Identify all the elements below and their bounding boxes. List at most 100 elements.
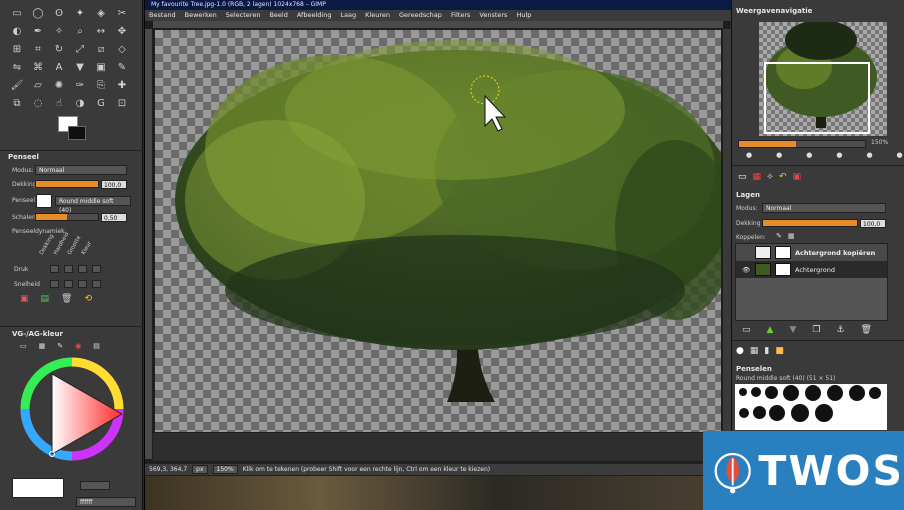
blend-icon[interactable]: ▣ [92,60,110,75]
menu-item[interactable]: Beeld [269,10,287,21]
opacity-value[interactable]: 100,0 [101,180,127,189]
reset-options-icon[interactable]: ⟲ [84,294,92,304]
color-tab-icon[interactable]: ▦ [39,342,46,350]
paths-icon[interactable]: ✒ [29,24,47,39]
eye-icon[interactable]: 👁 [742,266,751,274]
dodge-burn-icon[interactable]: ◑ [71,96,89,111]
mode-select[interactable]: Normaal [35,165,127,175]
horizontal-ruler[interactable] [153,21,723,29]
layer-opacity-slider[interactable] [762,219,858,227]
layer-mode-select[interactable]: Normaal [762,203,886,213]
shear-icon[interactable]: ⧄ [92,42,110,57]
lock-alpha-icon[interactable]: ▦ [788,232,795,240]
brush-preview-icon[interactable] [36,194,52,208]
measure-icon[interactable]: ↔ [92,24,110,39]
patterns-tab-icon[interactable]: ▦ [750,346,759,356]
lasso-icon[interactable]: ʘ [50,6,68,21]
history-tab-icon[interactable]: ▣ [793,172,802,182]
layer-name[interactable]: Achtergrond kopiëren [795,249,875,257]
rotate-icon[interactable]: ↻ [50,42,68,57]
checkbox[interactable] [64,280,73,288]
gradients-tab-icon[interactable]: ▮ [764,346,769,356]
lower-layer-icon[interactable]: ▼ [789,325,796,335]
shrink-wrap-icon[interactable]: ● [866,151,872,159]
ellipse-select-icon[interactable]: ◯ [29,6,47,21]
perspective-icon[interactable]: ◇ [113,42,131,57]
blur-icon[interactable]: ◌ [29,96,47,111]
checkbox[interactable] [78,265,87,273]
color-tab-icon[interactable]: ▭ [20,342,27,350]
fuzzy-select-icon[interactable]: ✦ [71,6,89,21]
restore-options-icon[interactable]: ▤ [41,294,50,304]
checkbox[interactable] [92,280,101,288]
navigation-zoom-slider[interactable] [738,140,866,148]
menu-item[interactable]: Filters [451,10,470,21]
checkbox[interactable] [92,265,101,273]
lock-pixels-icon[interactable]: ✎ [776,232,782,240]
crop-icon[interactable]: ⌗ [29,42,47,57]
scale-value[interactable]: 0,50 [101,213,127,222]
delete-layer-icon[interactable]: 🗑 [861,325,872,335]
checkbox[interactable] [50,280,59,288]
speed-checkboxes[interactable] [50,280,101,288]
zoom-in-icon[interactable]: ● [776,151,782,159]
smudge-icon[interactable]: ☝ [50,96,68,111]
vertical-scrollbar[interactable] [723,29,731,433]
vertical-ruler[interactable] [145,29,153,459]
menu-item[interactable]: Afbeelding [297,10,332,21]
pressure-checkboxes[interactable] [50,265,101,273]
checkbox[interactable] [64,265,73,273]
layer-row[interactable]: 👁 Achtergrond [736,261,887,278]
duplicate-layer-icon[interactable]: ❐ [812,325,820,335]
brush-grid[interactable] [735,384,887,430]
gegl-icon[interactable]: G [92,96,110,111]
perspective-clone-icon[interactable]: ⧉ [8,96,26,111]
checkbox[interactable] [50,265,59,273]
menu-item[interactable]: Bestand [149,10,176,21]
clone-icon[interactable]: ⎘ [92,78,110,93]
dynamics-label[interactable]: Penseeldynamiek [12,228,65,235]
paintbrush-icon[interactable]: 🖌 [8,78,26,93]
layer-opacity-value[interactable]: 100,0 [860,219,886,228]
scale-slider[interactable] [35,213,99,221]
color-tab-icon[interactable]: ▤ [93,342,100,350]
brush-name[interactable]: Round middle soft (40) [55,196,131,214]
pencil-icon[interactable]: ✎ [113,60,131,75]
anchor-layer-icon[interactable]: ⚓ [836,325,844,335]
move-icon[interactable]: ✥ [113,24,131,39]
eraser-icon[interactable]: ▱ [29,78,47,93]
bucket-fill-icon[interactable]: ▼ [71,60,89,75]
menu-item[interactable]: Hulp [516,10,531,21]
menu-item[interactable]: Gereedschap [399,10,442,21]
color-tab-icon[interactable]: ✎ [57,342,63,350]
menu-item[interactable]: Laag [340,10,356,21]
fit-icon[interactable]: ● [836,151,842,159]
rect-select-icon[interactable]: ▭ [8,6,26,21]
color-picker-button[interactable] [80,481,110,490]
image-canvas[interactable] [155,30,721,432]
color-picker-icon[interactable]: ✧ [50,24,68,39]
scissors-icon[interactable]: ✂ [113,6,131,21]
color-select-icon[interactable]: ◈ [92,6,110,21]
zoom-select[interactable]: 150% [212,465,238,474]
unit-select[interactable]: px [192,465,208,474]
flip-icon[interactable]: ⇋ [8,60,26,75]
text-icon[interactable]: A [50,60,68,75]
ink-icon[interactable]: ✑ [71,78,89,93]
layer-row[interactable]: Achtergrond kopiëren [736,244,887,261]
hex-input[interactable]: ffffff [76,497,136,507]
opacity-slider[interactable] [35,180,99,188]
zoom-out-icon[interactable]: ● [746,151,752,159]
zoom-icon[interactable]: ⌕ [71,24,89,39]
fit-window-icon[interactable]: ● [897,151,903,159]
menu-item[interactable]: Kleuren [365,10,390,21]
unified-transform-icon[interactable]: ⊡ [113,96,131,111]
paths-tab-icon[interactable]: ⟡ [767,172,773,182]
heal-icon[interactable]: ✚ [113,78,131,93]
brushes-tab-icon[interactable]: ● [736,346,744,356]
channels-tab-icon[interactable]: ▦ [753,172,762,182]
current-color-swatch[interactable] [12,478,64,498]
zoom-100-icon[interactable]: ● [806,151,812,159]
scale-icon[interactable]: ⤢ [71,42,89,57]
delete-options-icon[interactable]: 🗑 [61,294,72,304]
